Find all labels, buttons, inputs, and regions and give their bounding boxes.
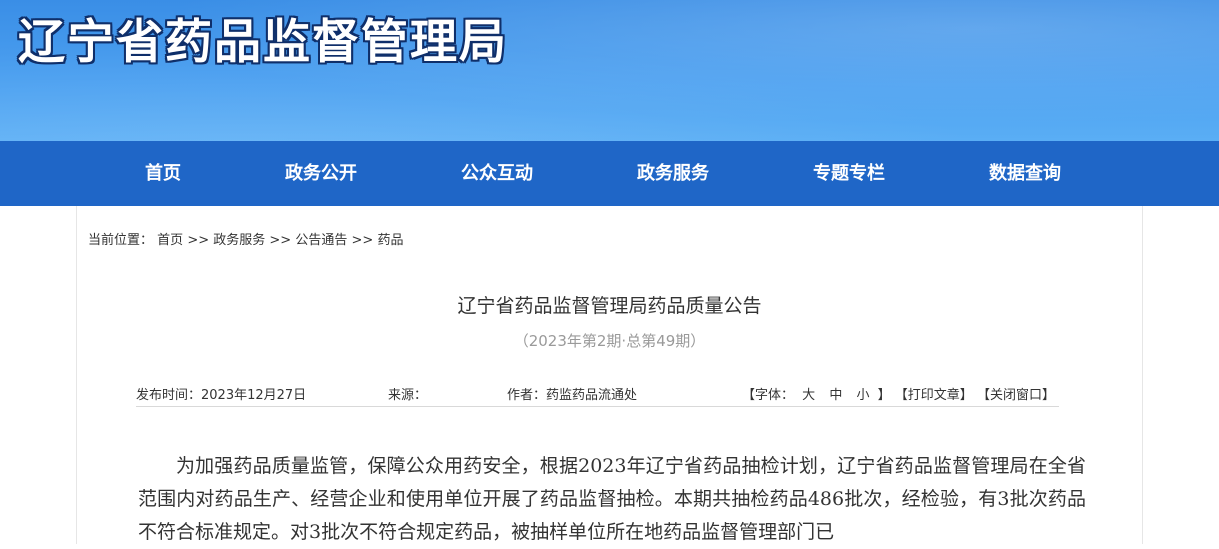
nav-item-government-affairs[interactable]: 政务公开 (251, 141, 391, 206)
breadcrumb-drugs[interactable]: 药品 (377, 233, 403, 248)
print-article-button[interactable]: 【打印文章】 (895, 388, 973, 403)
nav-item-data-query[interactable]: 数据查询 (955, 141, 1095, 206)
breadcrumb-home[interactable]: 首页 (157, 233, 183, 248)
article-title: 辽宁省药品监督管理局药品质量公告 (457, 295, 762, 317)
site-header: 辽宁省药品监督管理局 (0, 0, 1219, 141)
font-size-small-button[interactable]: 小 (856, 388, 869, 403)
main-nav: 首页 政务公开 公众互动 政务服务 专题专栏 数据查询 (0, 141, 1219, 206)
font-size-large-button[interactable]: 大 (802, 388, 815, 403)
font-size-medium-button[interactable]: 中 (829, 388, 842, 403)
author: 作者：药监药品流通处 (507, 388, 638, 403)
font-size-controls: 【字体： 大 中 小 】 【打印文章】 【关闭窗口】 (742, 384, 1055, 403)
breadcrumb-separator: >> (187, 233, 210, 248)
source-label: 来源： (388, 388, 428, 403)
article-body: 为加强药品质量监管，保障公众用药安全，根据2023年辽宁省药品抽检计划，辽宁省药… (138, 450, 1086, 549)
close-window-button[interactable]: 【关闭窗口】 (977, 388, 1055, 403)
article-subtitle: （2023年第2期·总第49期） (513, 332, 706, 350)
nav-item-government-services[interactable]: 政务服务 (603, 141, 743, 206)
nav-item-special-topics[interactable]: 专题专栏 (779, 141, 919, 206)
breadcrumb-announcements[interactable]: 公告通告 (295, 233, 347, 248)
article-paragraph: 为加强药品质量监管，保障公众用药安全，根据2023年辽宁省药品抽检计划，辽宁省药… (138, 455, 1086, 543)
publish-time: 发布时间：2023年12月27日 (136, 388, 307, 403)
font-size-label: 【字体： (742, 388, 795, 403)
breadcrumb-separator: >> (351, 233, 374, 248)
nav-item-public-interaction[interactable]: 公众互动 (427, 141, 567, 206)
font-size-close-bracket: 】 (877, 388, 891, 403)
breadcrumb-government-services[interactable]: 政务服务 (213, 233, 265, 248)
breadcrumb-separator: >> (269, 233, 292, 248)
nav-item-home[interactable]: 首页 (93, 141, 233, 206)
breadcrumb: 当前位置： 首页 >> 政务服务 >> 公告通告 >> 药品 (88, 229, 403, 248)
site-title[interactable]: 辽宁省药品监督管理局 (18, 14, 508, 72)
breadcrumb-prefix: 当前位置： (88, 233, 154, 248)
article-meta: 发布时间：2023年12月27日 来源： 作者：药监药品流通处 【字体： 大 中… (136, 384, 1059, 407)
